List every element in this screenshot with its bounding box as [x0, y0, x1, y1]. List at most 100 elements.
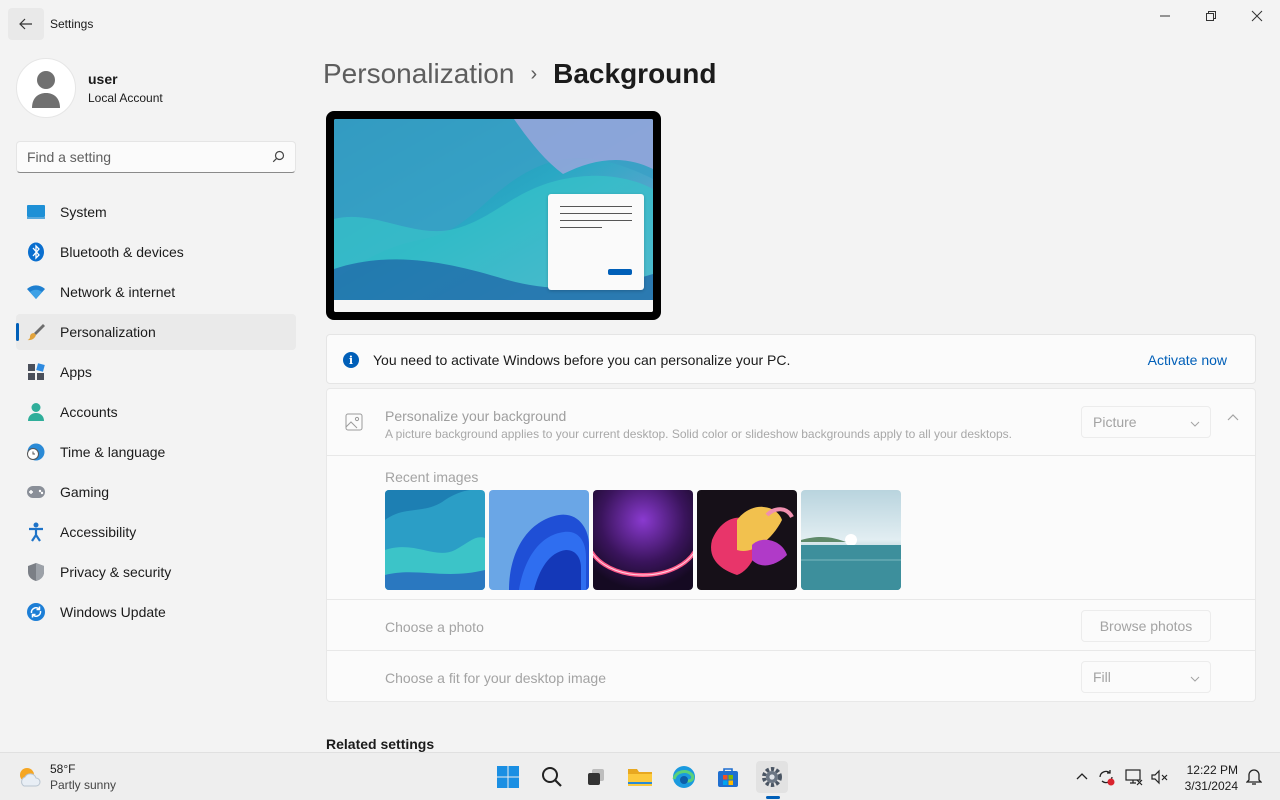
recent-image-1[interactable] — [385, 490, 485, 590]
activation-banner: i You need to activate Windows before yo… — [326, 334, 1256, 384]
search-icon[interactable] — [272, 150, 285, 168]
recent-images-list — [385, 490, 905, 590]
start-button[interactable] — [492, 761, 524, 793]
related-settings-heading: Related settings — [326, 736, 435, 752]
weather-sun-cloud-icon — [20, 768, 41, 787]
user-profile[interactable]: user Local Account — [16, 58, 163, 118]
folder-icon — [628, 769, 652, 786]
account-type: Local Account — [88, 91, 163, 105]
active-app-indicator — [766, 796, 780, 799]
gear-icon — [762, 767, 782, 787]
weather-widget[interactable]: 58°F Partly sunny — [16, 761, 116, 793]
restore-button[interactable] — [1188, 0, 1234, 32]
shield-icon — [26, 562, 46, 582]
card-header[interactable]: Personalize your background A picture ba… — [327, 389, 1255, 456]
recent-images-label: Recent images — [385, 469, 479, 485]
back-button[interactable] — [8, 8, 44, 40]
task-view-button[interactable] — [580, 761, 612, 793]
edge-browser-button[interactable] — [668, 761, 700, 793]
weather-condition: Partly sunny — [50, 778, 117, 792]
sidebar-item-windows-update[interactable]: Windows Update — [16, 594, 296, 630]
recent-image-3[interactable] — [593, 490, 693, 590]
chevron-up-icon — [1076, 773, 1088, 780]
clock-date: 3/31/2024 — [1184, 779, 1238, 793]
sidebar-item-label: System — [60, 204, 107, 220]
sidebar-item-apps[interactable]: Apps — [16, 354, 296, 390]
windows-logo-icon — [497, 766, 519, 788]
store-icon — [718, 768, 738, 787]
sidebar-item-system[interactable]: System — [16, 194, 296, 230]
bluetooth-icon — [26, 242, 46, 262]
preview-screen — [334, 119, 653, 312]
title-bar: Settings — [0, 0, 1280, 48]
back-arrow-icon — [19, 18, 32, 30]
sidebar-nav: System Bluetooth & devices Network & int… — [16, 194, 296, 634]
sidebar-item-network[interactable]: Network & internet — [16, 274, 296, 310]
sidebar-item-accessibility[interactable]: Accessibility — [16, 514, 296, 550]
sidebar-item-label: Personalization — [60, 324, 156, 340]
taskbar: 58°F Partly sunny 12:22 PM 3/31/2024 — [0, 752, 1280, 800]
volume-muted-icon[interactable] — [1150, 767, 1170, 787]
breadcrumb-parent[interactable]: Personalization — [323, 58, 514, 90]
sync-status-icon[interactable] — [1096, 767, 1116, 787]
system-icon — [26, 202, 46, 222]
sidebar-item-accounts[interactable]: Accounts — [16, 394, 296, 430]
person-icon — [26, 402, 46, 422]
show-hidden-icons-button[interactable] — [1072, 767, 1092, 787]
avatar — [16, 58, 76, 118]
weather-temperature: 58°F — [50, 762, 76, 776]
notification-bell-icon — [1246, 769, 1262, 785]
sidebar-item-label: Accounts — [60, 404, 118, 420]
microsoft-store-button[interactable] — [712, 761, 744, 793]
collapse-button[interactable] — [1227, 411, 1239, 429]
choose-photo-label: Choose a photo — [385, 619, 484, 635]
divider — [327, 650, 1255, 651]
card-description: A picture background applies to your cur… — [385, 427, 1013, 441]
sidebar-item-privacy[interactable]: Privacy & security — [16, 554, 296, 590]
sidebar-item-bluetooth[interactable]: Bluetooth & devices — [16, 234, 296, 270]
sidebar-item-label: Network & internet — [60, 284, 176, 300]
recent-image-5[interactable] — [801, 490, 901, 590]
sidebar-item-gaming[interactable]: Gaming — [16, 474, 296, 510]
system-clock[interactable]: 12:22 PM 3/31/2024 — [1180, 762, 1238, 794]
page-title: Background — [553, 58, 717, 89]
sidebar-item-label: Privacy & security — [60, 564, 172, 580]
browse-photos-button[interactable]: Browse photos — [1081, 610, 1211, 642]
minimize-button[interactable] — [1142, 0, 1188, 32]
fit-value: Fill — [1093, 669, 1111, 685]
choose-fit-label: Choose a fit for your desktop image — [385, 670, 607, 686]
desktop-preview — [326, 111, 661, 320]
taskbar-search-button[interactable] — [536, 761, 568, 793]
clock-time: 12:22 PM — [1186, 763, 1238, 777]
personalize-background-card: Personalize your background A picture ba… — [326, 388, 1256, 702]
search-box[interactable] — [16, 141, 296, 173]
accessibility-icon — [26, 522, 46, 542]
file-explorer-button[interactable] — [624, 761, 656, 793]
network-status-icon[interactable] — [1124, 767, 1144, 787]
recent-image-4[interactable] — [697, 490, 797, 590]
sidebar-item-time-language[interactable]: Time & language — [16, 434, 296, 470]
fit-dropdown[interactable]: Fill — [1081, 661, 1211, 693]
restore-icon — [1206, 11, 1216, 21]
activate-now-link[interactable]: Activate now — [1148, 352, 1227, 368]
close-icon — [1251, 10, 1263, 22]
user-name: user — [88, 71, 118, 87]
sidebar-item-personalization[interactable]: Personalization — [16, 314, 296, 350]
sidebar-item-label: Windows Update — [60, 604, 166, 620]
chevron-down-icon — [1190, 671, 1200, 687]
gamepad-icon — [26, 482, 46, 502]
chevron-up-icon — [1227, 414, 1239, 421]
sidebar-item-label: Gaming — [60, 484, 110, 500]
image-icon — [345, 413, 363, 436]
background-type-dropdown[interactable]: Picture — [1081, 406, 1211, 438]
settings-taskbar-button[interactable] — [756, 761, 788, 793]
search-input[interactable] — [17, 142, 257, 172]
close-button[interactable] — [1234, 0, 1280, 32]
notifications-button[interactable] — [1244, 767, 1264, 787]
recent-image-2[interactable] — [489, 490, 589, 590]
app-title: Settings — [50, 17, 94, 31]
breadcrumb: Personalization › Background — [323, 58, 716, 90]
search-icon — [542, 767, 562, 787]
chevron-down-icon — [1190, 416, 1200, 432]
sidebar-item-label: Bluetooth & devices — [60, 244, 184, 260]
